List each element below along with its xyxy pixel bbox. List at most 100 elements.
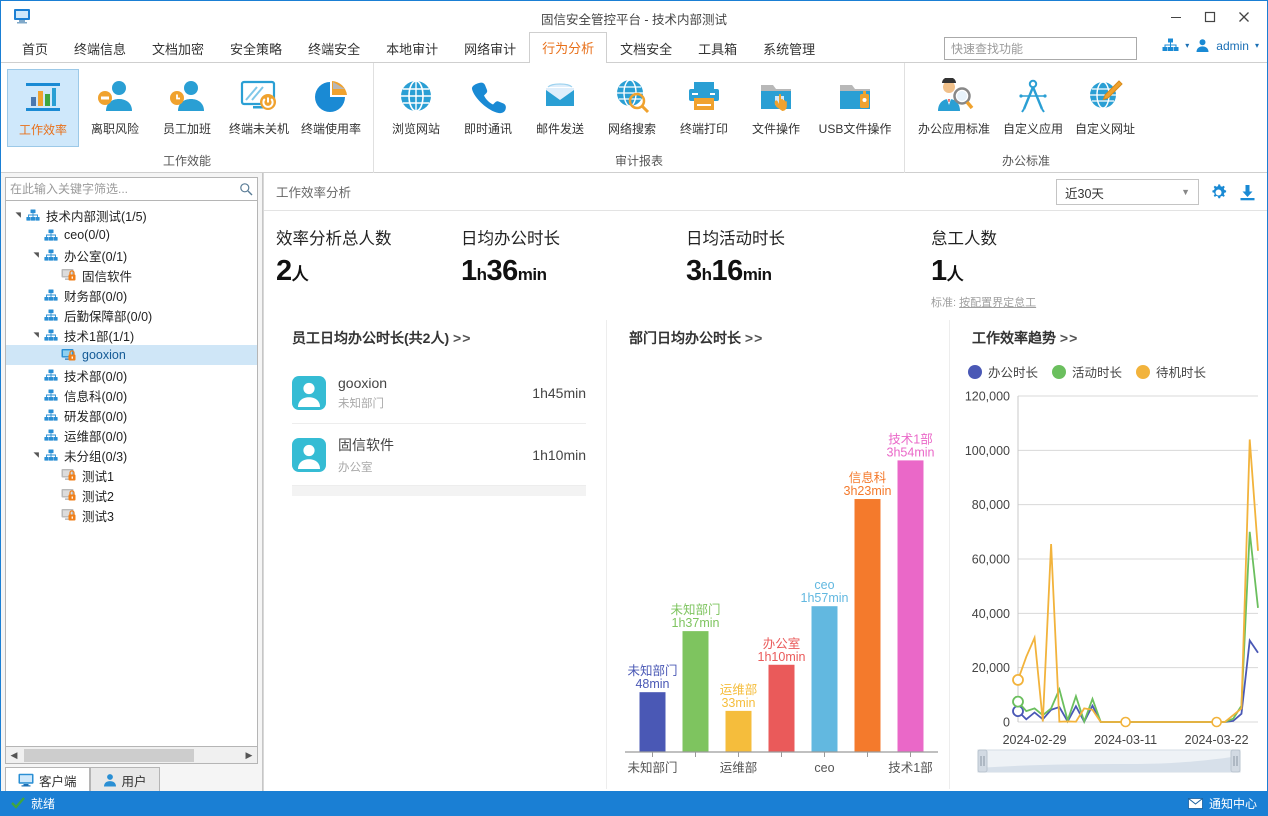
menu-tab-10[interactable]: 系统管理 [750,33,828,64]
tree-node-7[interactable]: ◢ gooxion [6,345,257,365]
scroll-left-icon[interactable]: ◀ [6,750,22,761]
search-icon[interactable] [239,182,253,196]
tree-node-3[interactable]: ◢ 固信软件 [6,265,257,285]
tree-node-9[interactable]: ◢ 信息科(0/0) [6,385,257,405]
legend-label-2[interactable]: 待机时长 [1156,366,1207,380]
employee-panel-title[interactable]: 员工日均办公时长(共2人) >> [270,320,600,348]
search-input[interactable] [944,37,1137,60]
menu-tab-6[interactable]: 网络审计 [451,33,529,64]
user-caret-icon[interactable]: ▾ [1255,41,1259,50]
sidebar-tab-1[interactable]: 用户 [89,767,160,793]
ribbon-item-2-0[interactable]: 办公应用标准 [911,69,997,147]
zero-marker-0[interactable] [1120,716,1131,728]
series-line-2[interactable] [1017,439,1259,723]
bar-4[interactable] [811,606,838,752]
ribbon-item-1-1[interactable]: 即时通讯 [452,69,524,147]
ribbon-item-1-6[interactable]: USB文件操作 [812,69,898,147]
zero-marker-1[interactable] [1211,716,1222,728]
tree-node-4[interactable]: ◢ 财务部(0/0) [6,285,257,305]
series-point-1-0[interactable] [1012,695,1024,708]
menu-tab-0[interactable]: 首页 [9,33,61,64]
menu-tab-8[interactable]: 文档安全 [607,33,685,64]
ribbon-item-1-2[interactable]: 邮件发送 [524,69,596,147]
ribbon-item-1-0[interactable]: 浏览网站 [380,69,452,147]
ribbon-item-2-2[interactable]: 自定义网址 [1069,69,1141,147]
ribbon-item-0-1[interactable]: 离职风险 [79,69,151,147]
scroll-thumb[interactable] [24,748,194,762]
ribbon-item-0-0[interactable]: 工作效率 [7,69,79,147]
scroll-track[interactable] [22,747,241,763]
tree-node-8[interactable]: ◢ 技术部(0/0) [6,365,257,385]
menu-tab-3[interactable]: 安全策略 [217,33,295,64]
series-point-0-0[interactable] [1012,705,1024,718]
ribbon-item-0-3[interactable]: 终端未关机 [223,69,295,147]
download-icon[interactable] [1238,183,1257,202]
legend-label-0[interactable]: 办公时长 [988,365,1039,380]
ribbon-item-1-5[interactable]: 文件操作 [740,69,812,147]
tree-node-15[interactable]: ◢ 测试3 [6,505,257,525]
bar-0[interactable] [639,692,666,752]
legend-label-1[interactable]: 活动时长 [1072,366,1123,380]
tree-node-2[interactable]: ◢ 办公室(0/1) [6,245,257,265]
menu-tab-9[interactable]: 工具箱 [685,33,750,64]
series-line-1[interactable] [1017,531,1259,725]
org-tree[interactable]: ◢ 技术内部测试(1/5)◢ ceo(0/0)◢ 办公室(0/1)◢ 固信软件 ◢ [5,201,258,747]
tree-node-10[interactable]: ◢ 研发部(0/0) [6,405,257,425]
series-line-0[interactable] [1017,637,1259,724]
ribbon-item-1-3[interactable]: 网络搜索 [596,69,668,147]
chevron-expanded-icon[interactable]: ◢ [32,449,40,461]
user-name[interactable]: admin [1216,39,1249,53]
scroll-right-icon[interactable]: ▶ [241,750,257,761]
menu-tab-1[interactable]: 终端信息 [61,33,139,64]
ribbon-item-2-1[interactable]: 自定义应用 [997,69,1069,147]
ribbon-item-1-4[interactable]: 终端打印 [668,69,740,147]
line-panel-title[interactable]: 工作效率趋势 >> [950,320,1261,348]
tree-hscrollbar[interactable]: ◀ ▶ [5,747,258,764]
bar-chart[interactable]: 未知部门 48min 未知部门 1h37min 运维部 33min 办公室 1h10min ce… [607,350,943,789]
org-caret-icon[interactable]: ▾ [1185,41,1189,50]
bar-panel-title[interactable]: 部门日均办公时长 >> [607,320,943,348]
line-panel-more-link[interactable]: >> [1060,330,1078,346]
chevron-expanded-icon[interactable]: ◢ [32,249,40,261]
bar-6[interactable] [897,460,924,752]
bar-2[interactable] [725,710,752,752]
series-point-2-0[interactable] [1012,673,1024,686]
tree-node-13[interactable]: ◢ 测试1 [6,465,257,485]
tree-node-11[interactable]: ◢ 运维部(0/0) [6,425,257,445]
datazoom-handle-left[interactable] [977,749,988,773]
tree-node-6[interactable]: ◢ 技术1部(1/1) [6,325,257,345]
kpi-note-link[interactable]: 按配置界定怠工 [959,297,1036,309]
ribbon-item-0-2[interactable]: 员工加班 [151,69,223,147]
user-icon[interactable] [1195,38,1210,53]
bar-panel-more-link[interactable]: >> [745,330,763,346]
menu-tab-7[interactable]: 行为分析 [529,32,608,64]
minimize-button[interactable] [1161,5,1191,29]
employee-panel-more-link[interactable]: >> [453,330,471,346]
chevron-expanded-icon[interactable]: ◢ [32,329,40,341]
employee-row[interactable]: gooxion 未知部门 1h45min [292,362,586,424]
datazoom-handle-right[interactable] [1230,749,1241,773]
line-chart[interactable]: 办公时长 活动时长 待机时长 0 20,000 40,000 60,000 80,000 100… [950,350,1261,789]
tree-node-0[interactable]: ◢ 技术内部测试(1/5) [6,205,257,225]
tree-node-12[interactable]: ◢ 未分组(0/3) [6,445,257,465]
menu-tab-2[interactable]: 文档加密 [139,33,217,64]
date-range-select[interactable]: 近30天 ▼ [1056,179,1199,205]
org-tree-icon[interactable] [1162,38,1179,53]
close-button[interactable] [1229,5,1259,29]
tree-filter-input[interactable] [10,182,239,196]
employee-row[interactable]: 固信软件 办公室 1h10min [292,424,586,486]
tree-node-14[interactable]: ◢ 测试2 [6,485,257,505]
ribbon-item-0-4[interactable]: 终端使用率 [295,69,367,147]
gear-icon[interactable] [1209,183,1228,202]
tree-node-1[interactable]: ◢ ceo(0/0) [6,225,257,245]
bar-1[interactable] [682,631,709,752]
menu-tab-5[interactable]: 本地审计 [373,33,451,64]
maximize-button[interactable] [1195,5,1225,29]
bar-5[interactable] [854,499,881,752]
menu-tab-4[interactable]: 终端安全 [295,33,373,64]
bar-3[interactable] [768,664,795,752]
tree-node-5[interactable]: ◢ 后勤保障部(0/0) [6,305,257,325]
notice-center[interactable]: 通知中心 [1188,795,1257,812]
sidebar-tab-0[interactable]: 客户端 [5,767,90,793]
chevron-expanded-icon[interactable]: ◢ [14,209,22,221]
